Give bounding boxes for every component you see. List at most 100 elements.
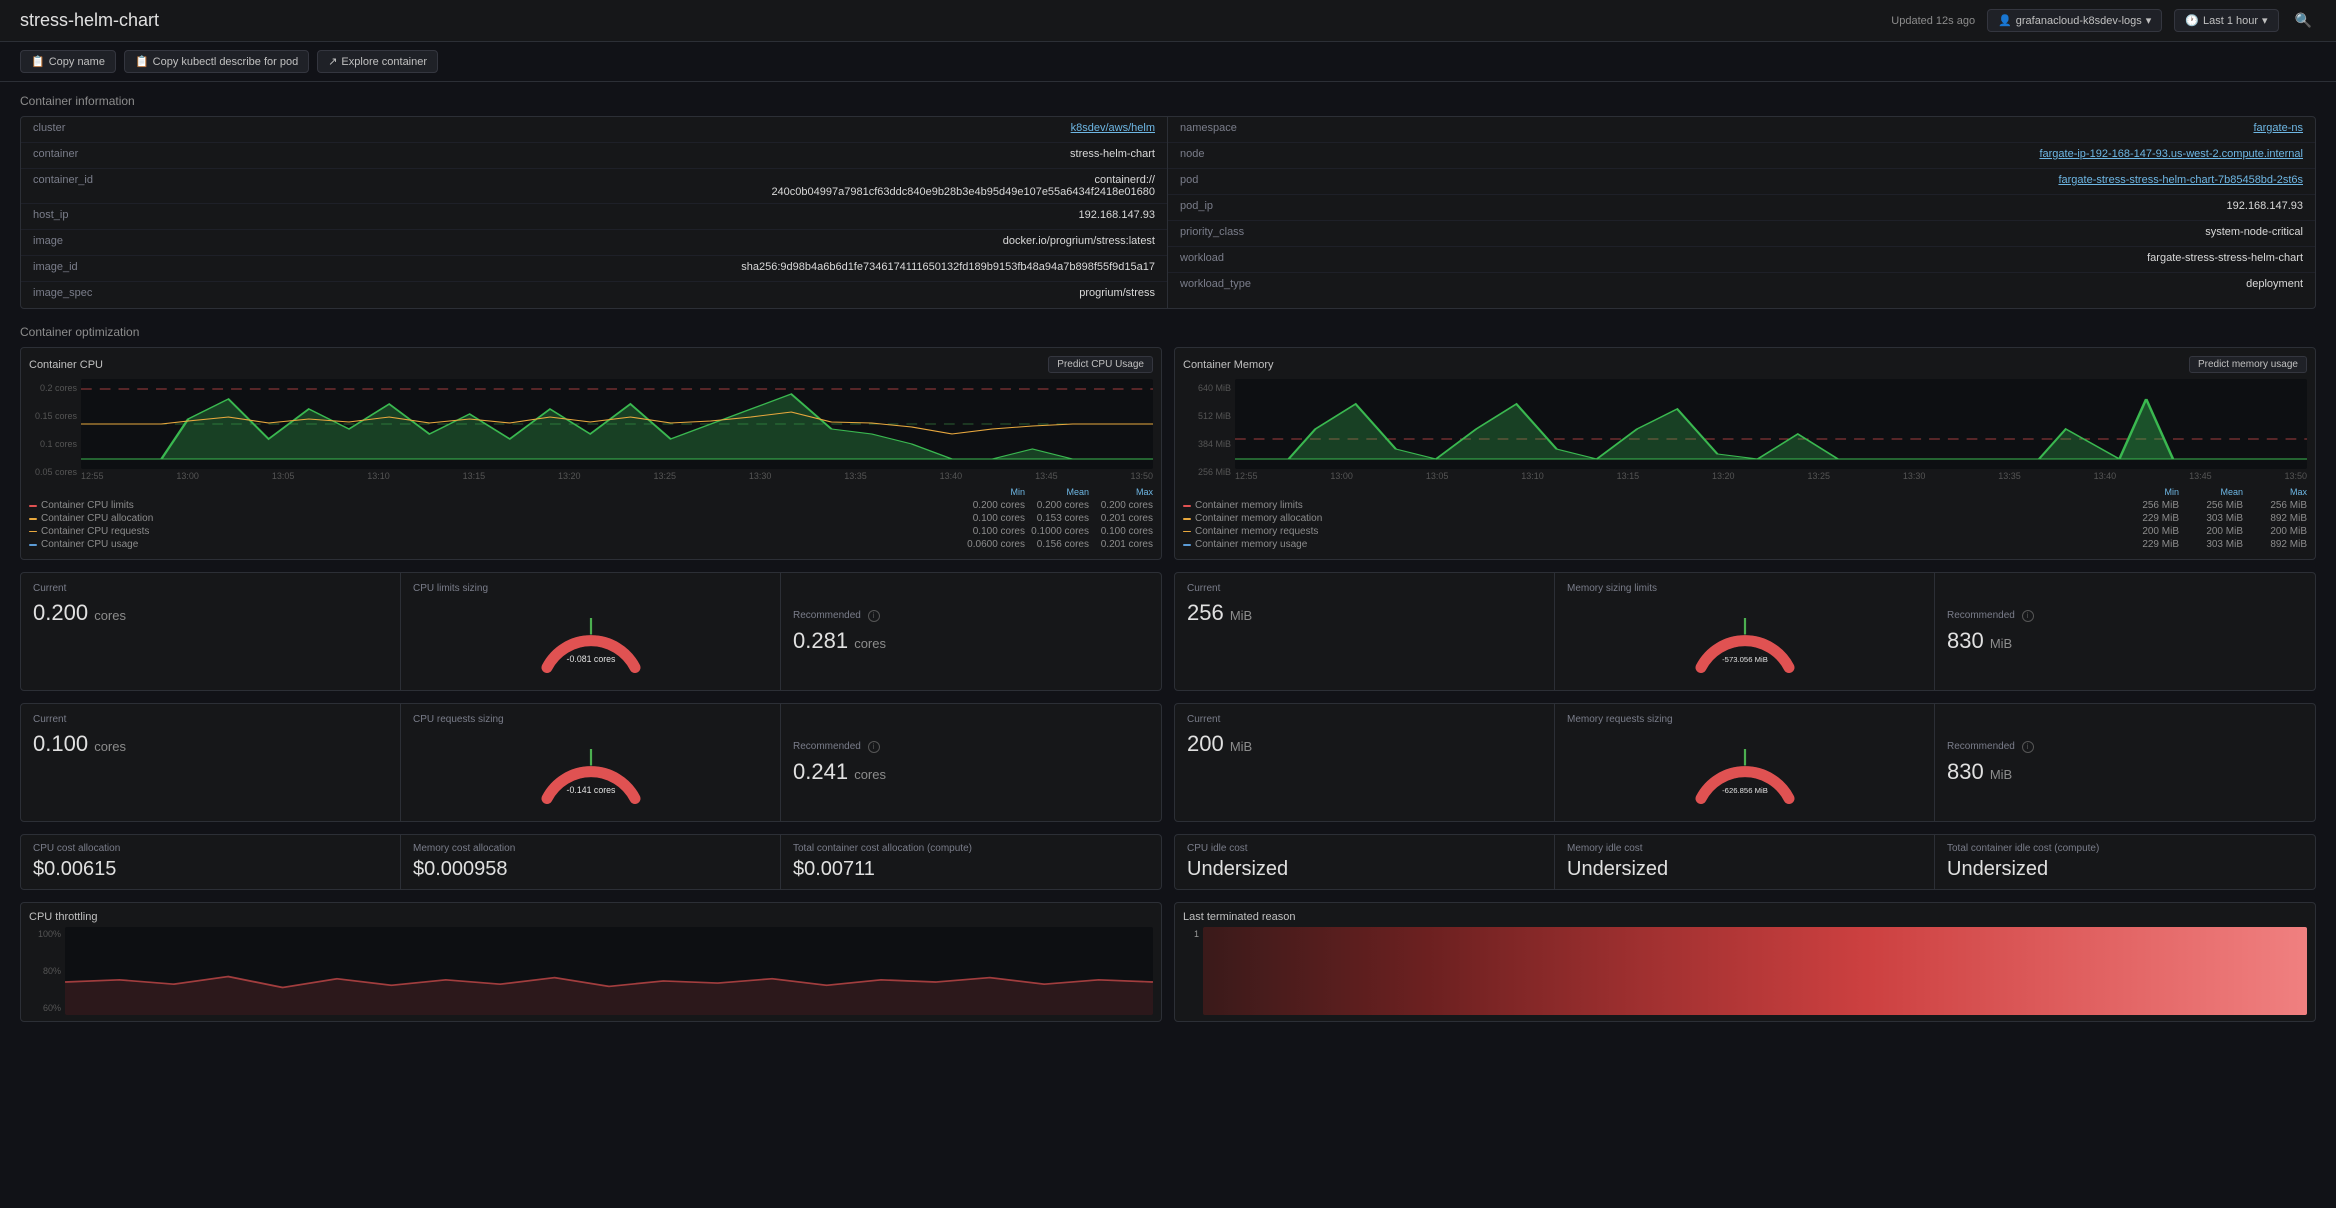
cost-panel-left: CPU cost allocation $0.00615 Memory cost… (20, 834, 1162, 890)
memory-requests-inner: Current 200 MiB Memory requests sizing (1175, 704, 2315, 821)
memory-requests-recommended-cell: Recommended i 830 MiB (1935, 704, 2315, 821)
legend-mem-usage: Container memory usage 229 MiB 303 MiB 8… (1183, 538, 2307, 551)
cpu-limits-gauge: -0.081 cores (413, 600, 768, 680)
memory-requests-panel: Current 200 MiB Memory requests sizing (1174, 703, 2316, 822)
memory-requests-gauge: -626.856 MiB (1567, 731, 1922, 811)
workload-label: workload (1180, 252, 1280, 264)
info-row-priority-class: priority_class system-node-critical (1168, 221, 2315, 247)
memory-chart-area (1235, 379, 2307, 469)
workload-type-label: workload_type (1180, 278, 1280, 290)
predict-cpu-button[interactable]: Predict CPU Usage (1048, 356, 1153, 373)
host-ip-label: host_ip (33, 209, 133, 221)
cpu-requests-sizing-label: CPU requests sizing (413, 714, 768, 725)
info-row-container-id: container_id containerd://240c0b04997a79… (21, 169, 1167, 204)
info-icon-3: i (868, 741, 880, 753)
cpu-chart-svg (81, 379, 1153, 469)
last-terminated-title: Last terminated reason (1183, 911, 2307, 923)
image-spec-value: progrium/stress (1079, 287, 1155, 299)
memory-limits-current-cell: Current 256 MiB (1175, 573, 1555, 690)
cpu-requests-gauge-cell: CPU requests sizing -0.141 cores (401, 704, 781, 821)
sizing-metrics-row-2: Current 0.100 cores CPU requests sizing (20, 703, 2316, 822)
cpu-requests-recommended-value: 0.241 cores (793, 759, 1149, 785)
priority-class-value: system-node-critical (2205, 226, 2303, 238)
info-row-workload: workload fargate-stress-stress-helm-char… (1168, 247, 2315, 273)
svg-text:-0.141 cores: -0.141 cores (566, 785, 615, 795)
memory-limits-recommended-value: 830 MiB (1947, 628, 2303, 654)
cpu-requests-gauge-svg: -0.141 cores (536, 738, 646, 804)
copy-name-label: Copy name (49, 56, 105, 68)
host-ip-value: 192.168.147.93 (1079, 209, 1155, 221)
copy-kubectl-button[interactable]: 📋 Copy kubectl describe for pod (124, 50, 309, 73)
memory-y-axis: 640 MiB 512 MiB 384 MiB 256 MiB (1183, 379, 1231, 481)
cluster-value[interactable]: k8sdev/aws/helm (1071, 122, 1155, 134)
explore-container-button[interactable]: ↗ Explore container (317, 50, 438, 73)
node-label: node (1180, 148, 1280, 160)
image-spec-label: image_spec (33, 287, 133, 299)
cpu-limits-inner: Current 0.200 cores CPU limits sizing (21, 573, 1161, 690)
datasource-button[interactable]: 👤 grafanacloud-k8sdev-logs ▾ (1987, 9, 2162, 32)
predict-memory-button[interactable]: Predict memory usage (2189, 356, 2307, 373)
total-cost-value: $0.00711 (793, 858, 1149, 881)
memory-legend: Min Mean Max Container memory limits 256… (1183, 487, 2307, 551)
info-row-pod: pod fargate-stress-stress-helm-chart-7b8… (1168, 169, 2315, 195)
memory-limits-gauge: -573.056 MiB (1567, 600, 1922, 680)
cpu-limits-recommended-value: 0.281 cores (793, 628, 1149, 654)
total-idle-cell: Total container idle cost (compute) Unde… (1935, 835, 2315, 889)
pod-value[interactable]: fargate-stress-stress-helm-chart-7b85458… (2058, 174, 2303, 186)
time-range-button[interactable]: 🕐 Last 1 hour ▾ (2174, 9, 2278, 32)
legend-mem-allocation: Container memory allocation 229 MiB 303 … (1183, 512, 2307, 525)
info-panel-left: cluster k8sdev/aws/helm container stress… (21, 117, 1168, 308)
image-label: image (33, 235, 133, 247)
memory-legend-header: Min Mean Max (1183, 487, 2307, 497)
total-idle-value: Undersized (1947, 858, 2303, 881)
total-idle-label: Total container idle cost (compute) (1947, 843, 2303, 854)
memory-requests-gauge-cell: Memory requests sizing -626.856 MiB (1555, 704, 1935, 821)
search-button[interactable]: 🔍 (2291, 8, 2316, 33)
copy-icon: 📋 (31, 55, 45, 68)
optimization-title: Container optimization (20, 325, 2316, 339)
memory-limits-recommended-cell: Recommended i 830 MiB (1935, 573, 2315, 690)
memory-requests-recommended-label: Recommended i (1947, 741, 2303, 753)
svg-text:-573.056 MiB: -573.056 MiB (1722, 655, 1768, 664)
heatmap-area (1203, 927, 2307, 1015)
cpu-y-label-3: 0.1 cores (29, 439, 77, 449)
cpu-chart-body: 0.2 cores 0.15 cores 0.1 cores 0.05 core… (29, 379, 1153, 481)
cpu-idle-cell: CPU idle cost Undersized (1175, 835, 1555, 889)
info-row-image-spec: image_spec progrium/stress (21, 282, 1167, 308)
main-content: Container information cluster k8sdev/aws… (0, 82, 2336, 1034)
workload-type-value: deployment (2246, 278, 2303, 290)
copy-name-button[interactable]: 📋 Copy name (20, 50, 116, 73)
throttle-y-axis: 100% 80% 60% (29, 927, 61, 1015)
info-row-image: image docker.io/progrium/stress:latest (21, 230, 1167, 256)
memory-requests-sizing-label: Memory requests sizing (1567, 714, 1922, 725)
cpu-requests-current-label: Current (33, 714, 388, 725)
last-terminated-body: 1 (1183, 927, 2307, 1015)
info-row-node: node fargate-ip-192-168-147-93.us-west-2… (1168, 143, 2315, 169)
cpu-requests-inner: Current 0.100 cores CPU requests sizing (21, 704, 1161, 821)
throttle-svg (65, 927, 1153, 1015)
cpu-y-label-4: 0.05 cores (29, 467, 77, 477)
pod-ip-value: 192.168.147.93 (2227, 200, 2303, 212)
cpu-x-axis: 12:55 13:00 13:05 13:10 13:15 13:20 13:2… (81, 471, 1153, 481)
cpu-y-label-1: 0.2 cores (29, 383, 77, 393)
pod-ip-label: pod_ip (1180, 200, 1280, 212)
cpu-cost-label: CPU cost allocation (33, 843, 388, 854)
cpu-legend-header: Min Mean Max (29, 487, 1153, 497)
cpu-throttling-title: CPU throttling (29, 911, 1153, 923)
datasource-icon: 👤 (1998, 14, 2012, 27)
node-value[interactable]: fargate-ip-192-168-147-93.us-west-2.comp… (2039, 148, 2303, 160)
memory-chart-body: 640 MiB 512 MiB 384 MiB 256 MiB (1183, 379, 2307, 481)
cpu-requests-recommended-cell: Recommended i 0.241 cores (781, 704, 1161, 821)
cpu-requests-current-cell: Current 0.100 cores (21, 704, 401, 821)
cpu-limits-panel: Current 0.200 cores CPU limits sizing (20, 572, 1162, 691)
container-info-title: Container information (20, 94, 2316, 108)
cpu-requests-gauge: -0.141 cores (413, 731, 768, 811)
clock-icon: 🕐 (2185, 14, 2199, 27)
cpu-chart-header: Container CPU Predict CPU Usage (29, 356, 1153, 373)
memory-sizing-label: Memory sizing limits (1567, 583, 1922, 594)
namespace-value[interactable]: fargate-ns (2253, 122, 2303, 134)
explore-icon: ↗ (328, 55, 337, 68)
memory-limits-gauge-cell: Memory sizing limits -573.056 MiB (1555, 573, 1935, 690)
info-row-pod-ip: pod_ip 192.168.147.93 (1168, 195, 2315, 221)
cpu-limits-recommended-label: Recommended i (793, 610, 1149, 622)
